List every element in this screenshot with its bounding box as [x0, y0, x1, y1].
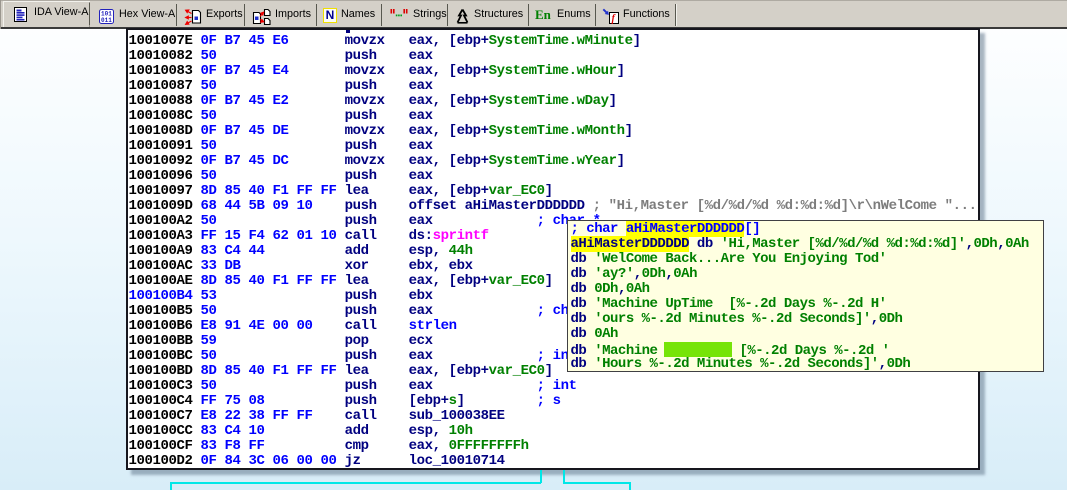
svg-text:011: 011 [101, 17, 112, 24]
